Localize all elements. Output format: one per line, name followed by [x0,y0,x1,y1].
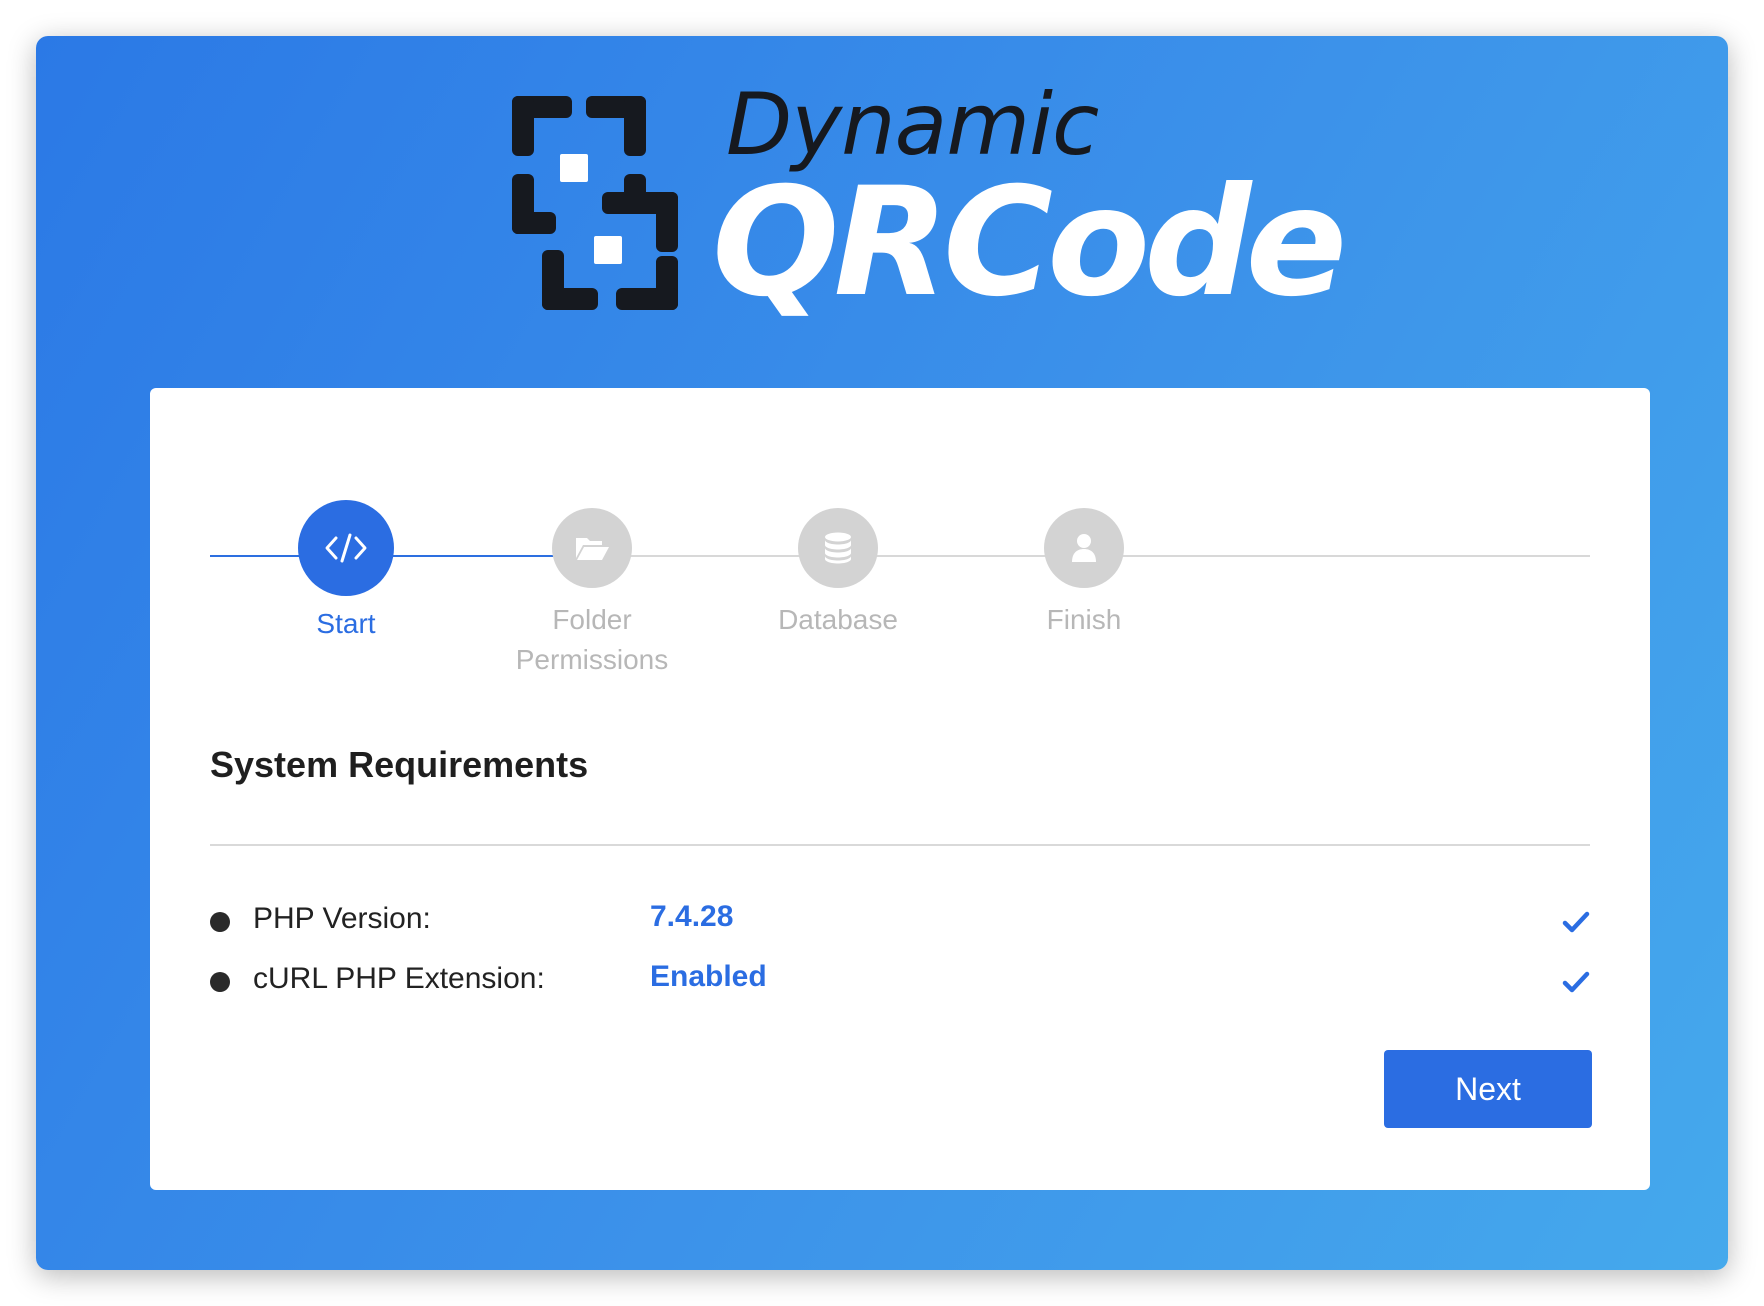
user-icon [1072,534,1096,562]
bullet-icon [210,912,230,932]
step-folder-permissions-label: Folder Permissions [515,604,669,675]
step-finish[interactable]: Finish [974,508,1194,640]
step-finish-circle [1044,508,1124,588]
code-icon [325,533,367,563]
stepper: Start Folder Permissions Database Finish [210,500,1590,680]
check-icon [1562,971,1590,993]
section-title: System Requirements [210,744,589,785]
step-start-label: Start [316,608,376,639]
requirement-label: PHP Version: [253,902,431,935]
step-folder-permissions-circle [552,508,632,588]
step-database-circle [798,508,878,588]
installer-window: Dynamic QRCode Start Folder Permissions … [36,36,1728,1270]
logo: Dynamic QRCode [36,36,1728,396]
folder-open-icon [576,538,609,560]
bullet-icon [210,972,230,992]
check-icon [1562,911,1590,933]
section-divider [210,844,1590,846]
database-icon [825,532,851,564]
step-folder-permissions[interactable]: Folder Permissions [482,508,702,680]
step-database-label: Database [778,604,898,635]
logo-title-line2: QRCode [712,156,1347,330]
requirement-value: 7.4.28 [650,900,734,933]
requirement-value: Enabled [650,960,767,993]
qr-bracket-logo-icon [512,96,678,310]
step-start[interactable]: Start [236,500,456,644]
step-database[interactable]: Database [728,508,948,640]
requirement-row: cURL PHP Extension: Enabled [210,958,1590,1006]
installer-card: Start Folder Permissions Database Finish… [150,388,1650,1190]
step-finish-label: Finish [1046,604,1122,635]
step-start-circle [298,500,394,596]
requirement-row: PHP Version: 7.4.28 [210,898,1590,946]
next-button[interactable]: Next [1384,1050,1592,1128]
requirement-label: cURL PHP Extension: [253,962,545,995]
